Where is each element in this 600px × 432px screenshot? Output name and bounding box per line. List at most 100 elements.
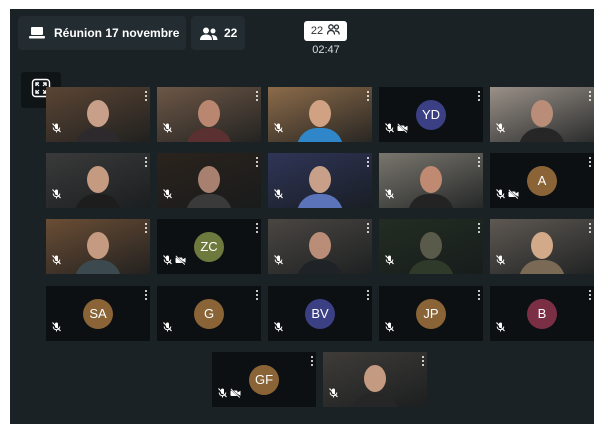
participant-count: 22 [224, 26, 238, 40]
more-vertical-icon[interactable] [311, 356, 313, 366]
tile-status [496, 319, 505, 337]
more-vertical-icon[interactable] [367, 290, 369, 300]
more-vertical-icon[interactable] [589, 157, 591, 167]
participant-tile[interactable] [46, 153, 150, 208]
mic-off-icon [496, 186, 505, 204]
more-vertical-icon[interactable] [422, 356, 424, 366]
more-vertical-icon[interactable] [589, 290, 591, 300]
participant-tile[interactable] [490, 87, 594, 142]
video-feed [157, 153, 261, 208]
mic-off-icon [218, 385, 227, 403]
participant-tile[interactable] [157, 153, 261, 208]
more-vertical-icon[interactable] [367, 91, 369, 101]
participant-count-badge[interactable]: 22 [304, 21, 347, 41]
mic-off-icon [274, 186, 283, 204]
participant-figure [519, 260, 565, 274]
more-vertical-icon[interactable] [478, 157, 480, 167]
more-vertical-icon[interactable] [589, 223, 591, 233]
more-vertical-icon[interactable] [256, 157, 258, 167]
participant-figure [408, 260, 454, 274]
more-vertical-icon[interactable] [367, 157, 369, 167]
video-feed [379, 219, 483, 274]
tile-status [274, 319, 283, 337]
participant-tile[interactable] [46, 87, 150, 142]
participant-face [87, 166, 109, 193]
mic-off-icon [385, 186, 394, 204]
video-feed [46, 219, 150, 274]
participant-figure [297, 128, 343, 142]
participant-tile[interactable]: A [490, 153, 594, 208]
participant-tile[interactable] [46, 219, 150, 274]
participant-face [87, 232, 109, 259]
more-vertical-icon[interactable] [589, 91, 591, 101]
participant-face [309, 232, 331, 259]
participants-button[interactable]: 22 [191, 16, 245, 50]
participant-tile[interactable] [268, 219, 372, 274]
participant-face [420, 166, 442, 193]
meeting-title-chip[interactable]: Réunion 17 novembre [18, 16, 186, 50]
participant-tile[interactable] [157, 87, 261, 142]
camera-off-icon [507, 186, 519, 204]
camera-off-icon [174, 252, 186, 270]
tile-status [385, 252, 394, 270]
avatar: GF [249, 364, 279, 395]
more-vertical-icon[interactable] [145, 157, 147, 167]
participant-tile[interactable]: BV [268, 286, 372, 341]
more-vertical-icon[interactable] [145, 290, 147, 300]
more-vertical-icon[interactable] [256, 223, 258, 233]
avatar: SA [83, 298, 113, 329]
video-feed [490, 219, 594, 274]
participant-tile[interactable]: ZC [157, 219, 261, 274]
mic-off-icon [274, 120, 283, 138]
participant-tile[interactable]: JP [379, 286, 483, 341]
participant-tile[interactable] [268, 87, 372, 142]
meeting-timer: 02:47 [312, 44, 340, 56]
video-feed [268, 153, 372, 208]
tile-status [52, 319, 61, 337]
participant-tile[interactable] [379, 219, 483, 274]
mic-off-icon [163, 252, 172, 270]
participant-tile[interactable] [379, 153, 483, 208]
participant-figure [408, 194, 454, 208]
participant-figure [297, 194, 343, 208]
mic-off-icon [385, 120, 394, 138]
participant-tile[interactable] [323, 352, 427, 407]
participant-figure [75, 260, 121, 274]
participant-figure [186, 128, 232, 142]
more-vertical-icon[interactable] [145, 223, 147, 233]
tile-status [385, 120, 408, 138]
video-feed [157, 87, 261, 142]
tile-status [163, 252, 186, 270]
participant-face [364, 365, 386, 392]
mic-off-icon [274, 252, 283, 270]
mic-off-icon [329, 385, 338, 403]
mic-off-icon [52, 252, 61, 270]
more-vertical-icon[interactable] [478, 290, 480, 300]
participant-tile[interactable]: G [157, 286, 261, 341]
tile-status [52, 120, 61, 138]
participant-tile[interactable]: B [490, 286, 594, 341]
more-vertical-icon[interactable] [367, 223, 369, 233]
participant-tile[interactable] [268, 153, 372, 208]
avatar: BV [305, 298, 335, 329]
more-vertical-icon[interactable] [256, 91, 258, 101]
participant-tile[interactable]: YD [379, 87, 483, 142]
more-vertical-icon[interactable] [478, 91, 480, 101]
people-outline-icon [326, 24, 340, 38]
tile-status [163, 186, 172, 204]
video-feed [323, 352, 427, 407]
tile-status [52, 186, 61, 204]
more-vertical-icon[interactable] [256, 290, 258, 300]
mic-off-icon [385, 319, 394, 337]
people-icon [200, 27, 218, 40]
mic-off-icon [496, 319, 505, 337]
mic-off-icon [496, 252, 505, 270]
center-count-label: 22 [310, 25, 324, 37]
tile-status [274, 186, 283, 204]
participant-tile[interactable]: GF [212, 352, 316, 407]
more-vertical-icon[interactable] [145, 91, 147, 101]
participant-face [198, 166, 220, 193]
more-vertical-icon[interactable] [478, 223, 480, 233]
participant-tile[interactable]: SA [46, 286, 150, 341]
participant-tile[interactable] [490, 219, 594, 274]
